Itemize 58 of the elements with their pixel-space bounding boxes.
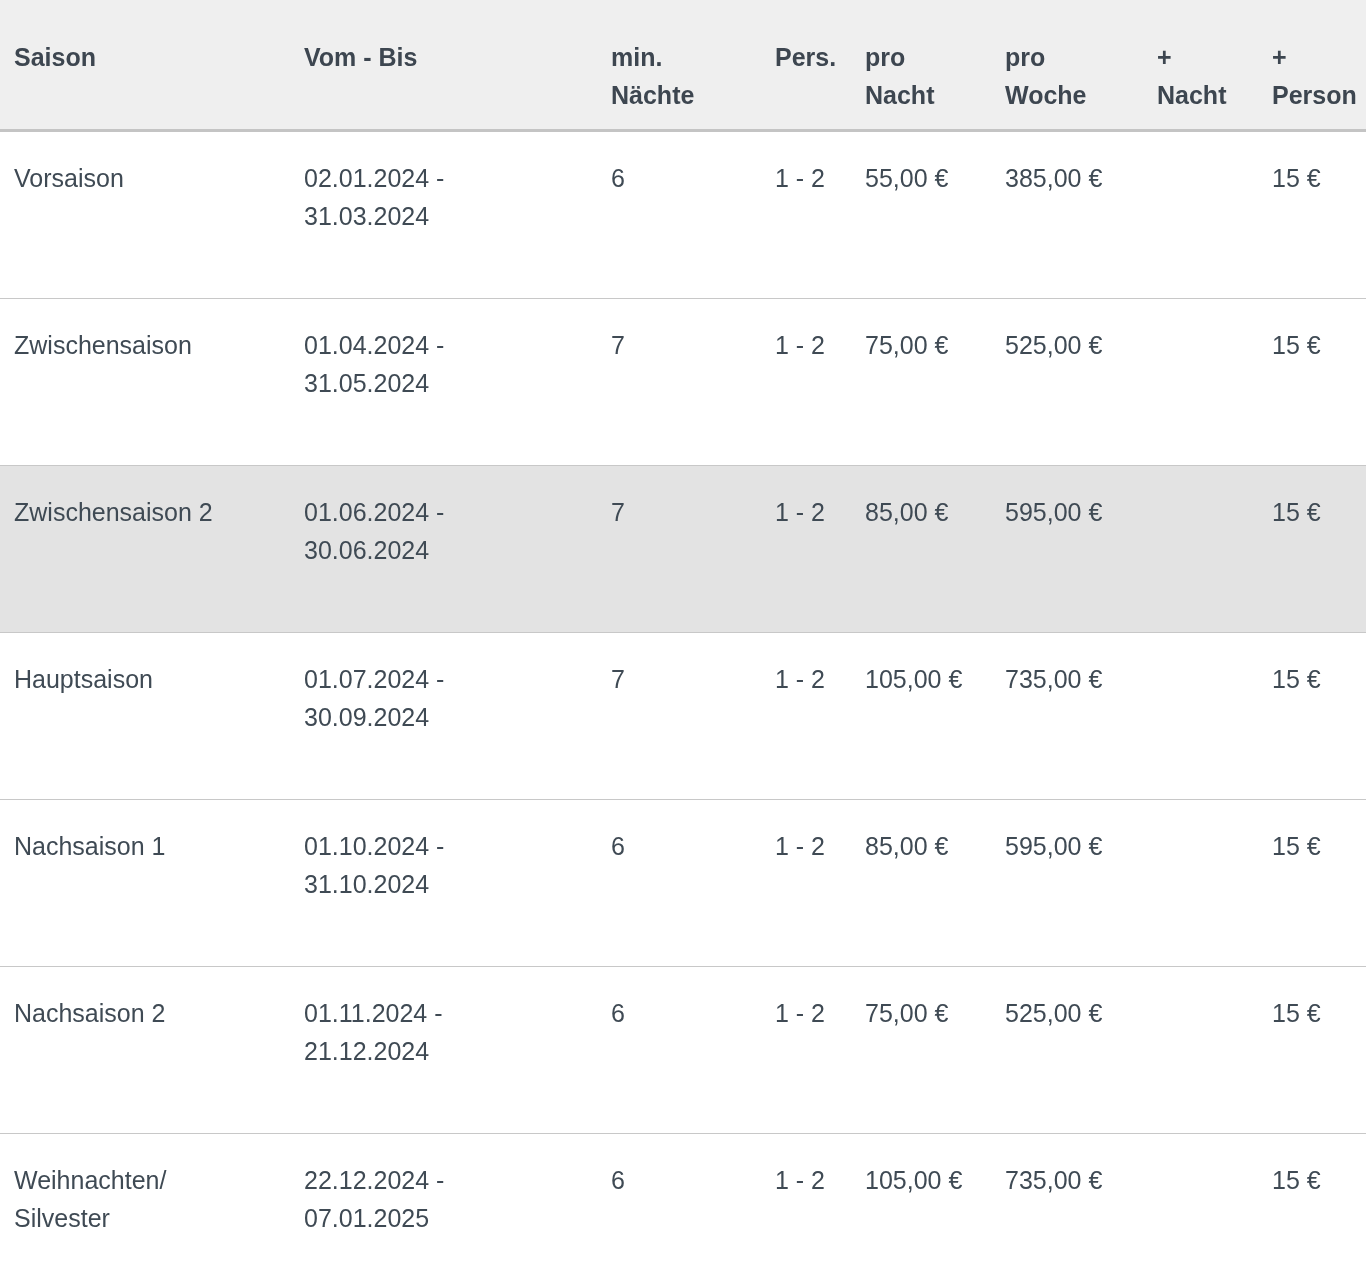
table-cell: 6: [611, 1166, 625, 1194]
table-cell: 55,00 €: [865, 164, 949, 192]
table-cell: Nachsaison 2: [14, 999, 166, 1027]
table-cell: 1 - 2: [775, 331, 826, 359]
table-cell: Nachsaison 1: [14, 832, 166, 860]
table-cell: 1 - 2: [775, 498, 826, 526]
table-cell: Zwischensaison: [14, 331, 192, 359]
column-header: pro Nacht: [865, 43, 935, 109]
table-cell: 525,00 €: [1005, 999, 1103, 1027]
table-cell: 75,00 €: [865, 999, 949, 1027]
table-cell: 15 €: [1272, 832, 1321, 860]
table-cell: 02.01.2024 - 31.03.2024: [304, 164, 445, 230]
column-header: Vom - Bis: [304, 43, 418, 71]
table-cell: 15 €: [1272, 498, 1321, 526]
table-cell: 6: [611, 999, 625, 1027]
table-row[interactable]: Zwischensaison 2 01.06.2024 - 30.06.2024 7 1 - 2 85,00 € 595,00 € 15 €: [0, 466, 1366, 633]
table-cell: 85,00 €: [865, 832, 949, 860]
column-header: + Person: [1272, 43, 1357, 109]
table-cell: 595,00 €: [1005, 498, 1103, 526]
table-cell: 1 - 2: [775, 665, 826, 693]
table-cell: 6: [611, 164, 625, 192]
column-header: Saison: [14, 43, 96, 71]
table-cell: 105,00 €: [865, 665, 963, 693]
table-cell: 15 €: [1272, 331, 1321, 359]
table-cell: 1 - 2: [775, 832, 826, 860]
table-cell: 01.07.2024 - 30.09.2024: [304, 665, 445, 731]
table-cell: 22.12.2024 - 07.01.2025: [304, 1166, 445, 1232]
table-cell: 15 €: [1272, 665, 1321, 693]
table-cell: 01.11.2024 - 21.12.2024: [304, 999, 443, 1065]
table-cell: Hauptsaison: [14, 665, 153, 693]
column-header: min. Nächte: [611, 43, 695, 109]
column-header: pro Woche: [1005, 43, 1087, 109]
column-header: Pers.: [775, 43, 837, 71]
table-cell: 1 - 2: [775, 999, 826, 1027]
table-cell: 15 €: [1272, 1166, 1321, 1194]
table-cell: 15 €: [1272, 999, 1321, 1027]
table-cell: 7: [611, 665, 625, 693]
table-cell: Weihnachten/ Silvester: [14, 1166, 167, 1232]
table-cell: 735,00 €: [1005, 1166, 1103, 1194]
table-cell: 15 €: [1272, 164, 1321, 192]
table-cell: 7: [611, 331, 625, 359]
table-cell: Vorsaison: [14, 164, 124, 192]
column-header: + Nacht: [1157, 43, 1227, 109]
table-cell: 6: [611, 832, 625, 860]
table-cell: 01.04.2024 - 31.05.2024: [304, 331, 445, 397]
table-cell: 85,00 €: [865, 498, 949, 526]
table-cell: 105,00 €: [865, 1166, 963, 1194]
table-cell: Zwischensaison 2: [14, 498, 213, 526]
table-cell: 1 - 2: [775, 164, 826, 192]
table-cell: 525,00 €: [1005, 331, 1103, 359]
table-cell: 385,00 €: [1005, 164, 1103, 192]
table-cell: 1 - 2: [775, 1166, 826, 1194]
table-cell: 75,00 €: [865, 331, 949, 359]
table-cell: 7: [611, 498, 625, 526]
table-cell: 01.06.2024 - 30.06.2024: [304, 498, 445, 564]
table-cell: 01.10.2024 - 31.10.2024: [304, 832, 445, 898]
table-cell: 735,00 €: [1005, 665, 1103, 693]
table-cell: 595,00 €: [1005, 832, 1103, 860]
